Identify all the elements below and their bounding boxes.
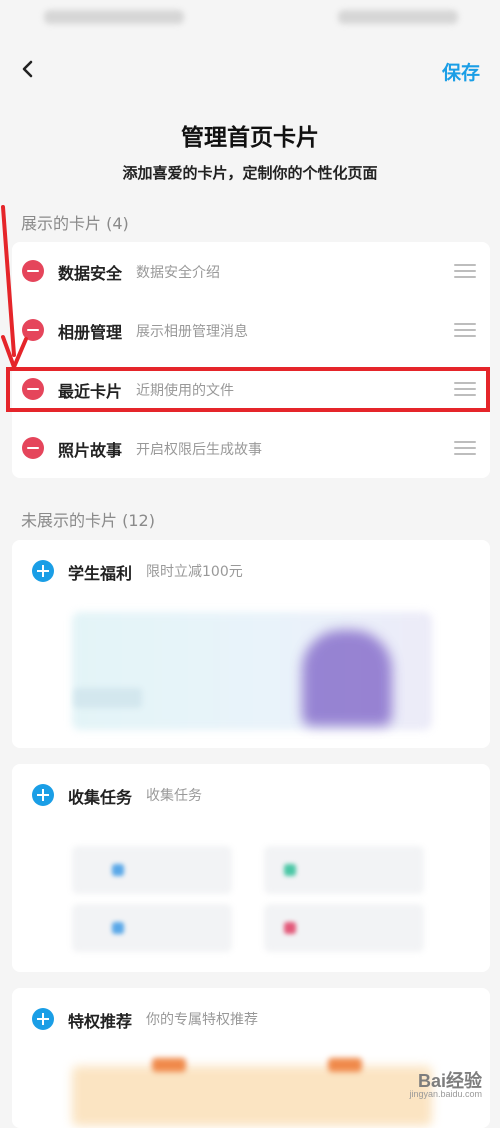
drag-handle-icon[interactable] [454, 441, 476, 455]
remove-card-button[interactable] [22, 260, 44, 282]
card-description: 限时立减100元 [146, 564, 243, 580]
card-name: 照片故事 [58, 441, 123, 460]
page-title: 管理首页卡片 [181, 125, 319, 151]
card-name: 特权推荐 [68, 1012, 133, 1031]
hidden-card-student-benefits: 学生福利 限时立减100元 [12, 540, 490, 748]
save-button[interactable]: 保存 [442, 58, 480, 85]
card-description: 展示相册管理消息 [136, 324, 248, 340]
promo-button-preview [74, 688, 142, 708]
card-description: 开启权限后生成故事 [136, 442, 262, 458]
card-name: 相册管理 [58, 323, 123, 342]
collect-preview [72, 826, 432, 966]
shown-section-label: 展示的卡片 (4) [21, 214, 129, 233]
card-description: 数据安全介绍 [136, 265, 220, 281]
add-card-button[interactable] [32, 784, 54, 806]
card-name: 收集任务 [68, 788, 133, 807]
remove-card-button[interactable] [22, 437, 44, 459]
remove-card-button[interactable] [22, 319, 44, 341]
card-description: 近期使用的文件 [136, 383, 234, 399]
shown-card-row[interactable]: 数据安全 数据安全介绍 [12, 242, 490, 300]
page-subtitle: 添加喜爱的卡片，定制你的个性化页面 [122, 164, 378, 182]
privilege-tag [328, 1058, 362, 1072]
card-name: 学生福利 [68, 564, 133, 583]
hidden-card-collect-tasks: 收集任务 收集任务 [12, 764, 490, 972]
card-description: 你的专属特权推荐 [146, 1012, 258, 1028]
hidden-card-privileges: 特权推荐 你的专属特权推荐 [12, 988, 490, 1128]
card-name: 数据安全 [58, 264, 123, 283]
remove-card-button[interactable] [22, 378, 44, 400]
drag-handle-icon[interactable] [454, 323, 476, 337]
promo-illustration [302, 630, 392, 726]
add-card-button[interactable] [32, 1008, 54, 1030]
add-card-button[interactable] [32, 560, 54, 582]
status-bar [0, 0, 500, 40]
shown-cards-list: 数据安全 数据安全介绍 相册管理 展示相册管理消息 最近卡片 近期使用的文件 照… [12, 242, 490, 478]
card-name: 最近卡片 [58, 382, 123, 401]
drag-handle-icon[interactable] [454, 264, 476, 278]
chevron-left-icon [22, 60, 33, 78]
back-button[interactable] [14, 52, 44, 86]
drag-handle-icon[interactable] [454, 382, 476, 396]
shown-card-row[interactable]: 照片故事 开启权限后生成故事 [12, 419, 490, 477]
shown-card-row[interactable]: 最近卡片 近期使用的文件 [12, 360, 490, 418]
hidden-section-label: 未展示的卡片 (12) [21, 511, 155, 530]
shown-card-row[interactable]: 相册管理 展示相册管理消息 [12, 301, 490, 359]
privilege-preview [72, 1066, 432, 1126]
card-description: 收集任务 [146, 788, 202, 804]
privilege-tag [152, 1058, 186, 1072]
